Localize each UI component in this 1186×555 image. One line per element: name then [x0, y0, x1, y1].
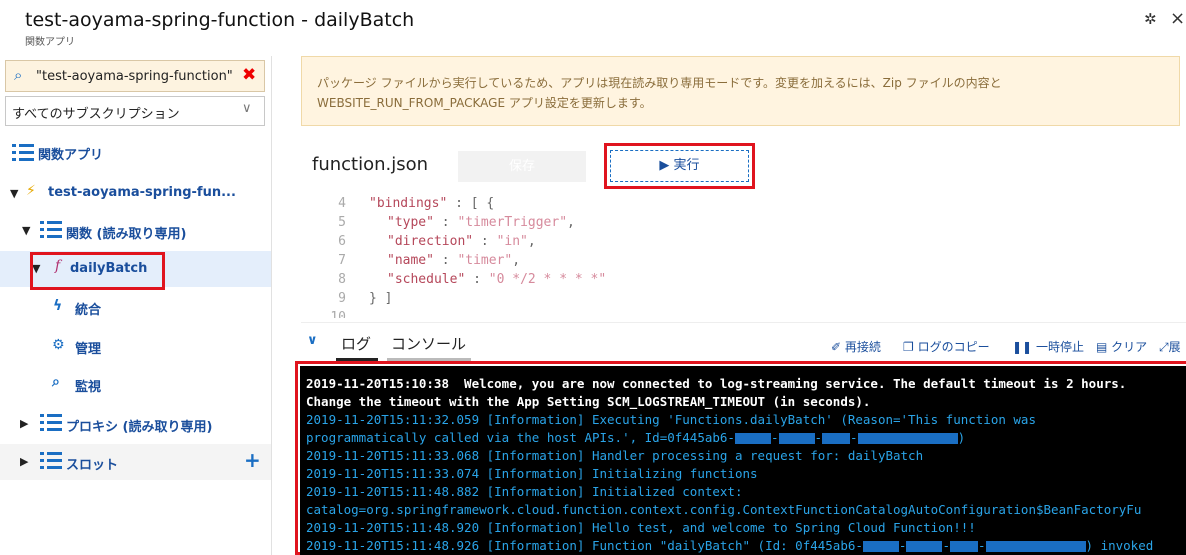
- tree-item-functions[interactable]: ▼ 関数 (読み取り専用): [0, 213, 271, 249]
- search-input[interactable]: ⌕ "test-aoyama-spring-function" ✖: [5, 60, 265, 92]
- tab-console[interactable]: コンソール: [391, 333, 466, 354]
- lightning-icon: ϟ: [53, 298, 63, 314]
- function-app-icon: ⚡: [26, 183, 36, 199]
- tree-label: test-aoyama-spring-fun...: [48, 185, 236, 200]
- json-key: "bindings": [369, 196, 448, 211]
- tree-item-integrate[interactable]: ϟ 統合: [0, 289, 271, 325]
- highlight-box-dailybatch: [30, 252, 165, 290]
- log-line: 2019-11-20T15:11:33.068 [Information] Ha…: [306, 448, 924, 463]
- line-gutter: 4 5 6 7 8 9 10: [301, 194, 353, 318]
- list-icon: [40, 452, 62, 470]
- json-key: "schedule": [387, 272, 466, 287]
- plug-icon: ✐: [831, 340, 842, 354]
- log-line: 2019-11-20T15:11:48.882 [Information] In…: [306, 484, 743, 499]
- code-line: "name" : "timer",: [387, 253, 521, 268]
- left-panel: ⌕ "test-aoyama-spring-function" ✖ すべてのサブ…: [0, 56, 272, 555]
- line-number: 9: [338, 291, 346, 306]
- caret-right-icon[interactable]: ▶: [20, 455, 28, 468]
- run-button[interactable]: ▶ 実行: [610, 150, 749, 182]
- list-icon: [40, 414, 62, 432]
- json-key: "direction": [387, 234, 474, 249]
- expand-button[interactable]: ⤢展: [1159, 338, 1181, 355]
- log-line: programmatically called via the host API…: [306, 430, 966, 445]
- chevron-down-icon[interactable]: ∨: [307, 333, 318, 348]
- tree-label: 統合: [75, 303, 102, 318]
- banner-text: パッケージ ファイルから実行しているため、アプリは現在読み取り専用モードです。変…: [317, 76, 1002, 110]
- search-icon: ⌕: [14, 66, 23, 84]
- code-line: "type" : "timerTrigger",: [387, 215, 575, 230]
- tree-label: 監視: [75, 380, 102, 395]
- copy-icon: ❐: [903, 340, 914, 354]
- tree-item-manage[interactable]: ⚙ 管理: [0, 328, 271, 364]
- reconnect-button[interactable]: ✐ 再接続: [831, 338, 881, 355]
- tree-label: 管理: [75, 342, 102, 357]
- json-key: "name": [387, 253, 434, 268]
- gear-icon: ⚙: [52, 337, 65, 353]
- line-number: 5: [338, 215, 346, 230]
- tree-item-app[interactable]: ▼ ⚡ test-aoyama-spring-fun...: [0, 176, 271, 212]
- tab-log[interactable]: ログ: [341, 333, 371, 354]
- line-number: 10: [330, 310, 346, 318]
- search-icon: ⌕: [52, 374, 60, 390]
- clear-search-icon[interactable]: ✖: [242, 65, 256, 85]
- file-title: function.json: [312, 154, 429, 175]
- blade-header: test-aoyama-spring-function - dailyBatch…: [0, 0, 1186, 56]
- tree-item-slots[interactable]: ▶ スロット +: [0, 444, 271, 480]
- log-line: 2019-11-20T15:11:48.926 [Information] Fu…: [306, 538, 1154, 553]
- code-line: "bindings" : [ {: [369, 196, 494, 211]
- line-number: 4: [338, 196, 346, 211]
- read-only-banner: パッケージ ファイルから実行しているため、アプリは現在読み取り専用モードです。変…: [301, 56, 1180, 126]
- caret-down-icon[interactable]: ▼: [10, 187, 18, 200]
- code-line: "direction" : "in",: [387, 234, 536, 249]
- chevron-down-icon: ∨: [242, 101, 252, 116]
- code-editor[interactable]: 4 5 6 7 8 9 10 "bindings" : [ { "type" :…: [301, 194, 1186, 318]
- search-value: "test-aoyama-spring-function": [36, 69, 233, 84]
- log-line: 2019-11-20T15:11:33.074 [Information] In…: [306, 466, 758, 481]
- pin-icon[interactable]: ✲: [1144, 10, 1157, 28]
- clear-button[interactable]: ▤ クリア: [1096, 338, 1147, 355]
- log-tab-bar: ∨ ログ コンソール ✐ 再接続 ❐ ログのコピー ❚❚ 一時停止 ▤ クリア …: [301, 322, 1186, 361]
- close-icon[interactable]: ×: [1170, 8, 1185, 29]
- json-punct: : [ {: [447, 196, 495, 211]
- save-button[interactable]: 保存: [458, 151, 586, 182]
- line-number: 8: [338, 272, 346, 287]
- subscription-value: すべてのサブスクリプション: [12, 107, 180, 122]
- add-slot-icon[interactable]: +: [244, 448, 261, 472]
- tree-label: スロット: [66, 458, 119, 473]
- line-number: 6: [338, 234, 346, 249]
- tree-item-monitor[interactable]: ⌕ 監視: [0, 366, 271, 402]
- line-number: 7: [338, 253, 346, 268]
- log-console[interactable]: 2019-11-20T15:10:38 Welcome, you are now…: [300, 366, 1186, 555]
- json-key: "type": [387, 215, 434, 230]
- json-value: "timerTrigger": [457, 215, 568, 230]
- tree-item-proxies[interactable]: ▶ プロキシ (読み取り専用): [0, 406, 271, 442]
- code-line: } ]: [369, 291, 393, 306]
- tree-item-function-apps[interactable]: 関数アプリ: [0, 136, 271, 172]
- tree-label: プロキシ (読み取り専用): [66, 420, 213, 435]
- page-subtitle: 関数アプリ: [25, 37, 75, 48]
- list-icon: [40, 221, 62, 239]
- json-value: "timer": [457, 253, 513, 268]
- tree-label: 関数 (読み取り専用): [66, 227, 187, 242]
- page-title: test-aoyama-spring-function - dailyBatch: [25, 9, 415, 31]
- subscription-select[interactable]: すべてのサブスクリプション ∨: [5, 96, 265, 126]
- caret-down-icon[interactable]: ▼: [22, 224, 30, 237]
- log-line: catalog=org.springframework.cloud.functi…: [306, 502, 1142, 517]
- tree-label: 関数アプリ: [38, 148, 104, 163]
- log-line: Change the timeout with the App Setting …: [306, 394, 871, 409]
- code-line: "schedule" : "0 */2 * * * *": [387, 272, 607, 287]
- pause-button[interactable]: ❚❚ 一時停止: [1012, 338, 1084, 355]
- copy-log-button[interactable]: ❐ ログのコピー: [903, 338, 990, 355]
- expand-icon: ⤢: [1159, 340, 1169, 354]
- pause-icon: ❚❚: [1012, 340, 1033, 354]
- json-value: "in": [496, 234, 528, 249]
- log-line: 2019-11-20T15:10:38 Welcome, you are now…: [306, 376, 1127, 391]
- eraser-icon: ▤: [1096, 340, 1108, 354]
- list-icon: [12, 144, 34, 162]
- log-line: 2019-11-20T15:11:32.059 [Information] Ex…: [306, 412, 1036, 427]
- json-value: "0 */2 * * * *": [488, 272, 607, 287]
- log-line: 2019-11-20T15:11:48.920 [Information] He…: [306, 520, 976, 535]
- caret-right-icon[interactable]: ▶: [20, 417, 28, 430]
